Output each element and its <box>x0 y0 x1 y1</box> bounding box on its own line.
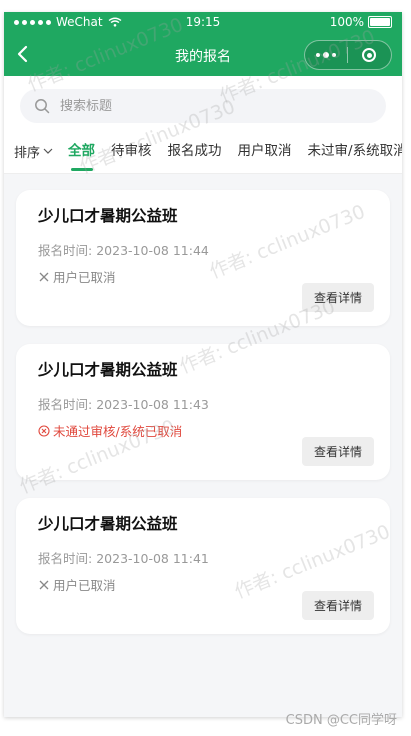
registration-card[interactable]: 少儿口才暑期公益班 报名时间: 2023-10-08 11:43 未通过审核/系统… <box>16 344 390 480</box>
search-input[interactable] <box>58 97 342 115</box>
battery-area: 100% <box>330 15 392 29</box>
target-close-icon <box>362 48 376 62</box>
registration-card[interactable]: 少儿口才暑期公益班 报名时间: 2023-10-08 11:41 用户已取消 查看… <box>16 498 390 634</box>
battery-percent: 100% <box>329 15 364 29</box>
filter-tabs: 排序 全部 待审核 报名成功 用户取消 未过审/系统取消 <box>4 129 402 174</box>
status-text: 用户已取消 <box>53 270 116 285</box>
card-title: 少儿口才暑期公益班 <box>38 515 178 533</box>
status-bar: WeChat 19:15 100% <box>4 12 402 34</box>
time-label: 报名时间: <box>38 243 93 258</box>
tab-all[interactable]: 全部 <box>68 129 95 173</box>
registration-card[interactable]: 少儿口才暑期公益班 报名时间: 2023-10-08 11:44 用户已取消 查看… <box>16 190 390 326</box>
card-title: 少儿口才暑期公益班 <box>38 361 178 379</box>
time-label: 报名时间: <box>38 397 93 412</box>
registration-list: 少儿口才暑期公益班 报名时间: 2023-10-08 11:44 用户已取消 查看… <box>4 174 402 634</box>
sort-label: 排序 <box>14 145 41 161</box>
cross-icon <box>39 580 49 589</box>
top-bar: WeChat 19:15 100% 我的报名 <box>4 12 402 76</box>
card-time: 报名时间: 2023-10-08 11:44 <box>38 240 370 259</box>
sort-dropdown[interactable]: 排序 <box>14 142 54 161</box>
tab-success[interactable]: 报名成功 <box>168 129 222 173</box>
tab-rejected[interactable]: 未过审/系统取消 <box>308 129 402 173</box>
time-label: 报名时间: <box>38 551 93 566</box>
footer-credit: CSDN @CC同学呀 <box>285 713 397 728</box>
card-time: 报名时间: 2023-10-08 11:43 <box>38 394 370 413</box>
close-mini-program-button[interactable] <box>348 41 390 69</box>
battery-icon <box>368 16 392 28</box>
view-detail-button[interactable]: 查看详情 <box>301 437 374 466</box>
more-dot-icon <box>323 52 329 58</box>
nav-bar: 我的报名 <box>4 34 402 76</box>
view-detail-button[interactable]: 查看详情 <box>301 591 374 620</box>
mini-program-capsule <box>304 40 392 70</box>
phone-screen: WeChat 19:15 100% 我的报名 搜索标题 排序 全部 待审核 报名… <box>4 12 402 717</box>
more-dot-icon <box>316 53 320 57</box>
card-time: 报名时间: 2023-10-08 11:41 <box>38 548 370 567</box>
time-value: 2023-10-08 11:41 <box>96 551 209 566</box>
more-menu-button[interactable] <box>305 41 347 69</box>
status-text: 用户已取消 <box>53 578 116 593</box>
time-value: 2023-10-08 11:43 <box>96 397 209 412</box>
search-box[interactable] <box>20 89 386 123</box>
tab-pending[interactable]: 待审核 <box>111 129 152 173</box>
chevron-down-icon <box>43 148 53 154</box>
search-area <box>4 76 402 129</box>
tab-user-cancel[interactable]: 用户取消 <box>238 129 292 173</box>
status-text: 未通过审核/系统已取消 <box>53 424 183 439</box>
time-value: 2023-10-08 11:44 <box>96 243 209 258</box>
cross-icon <box>39 272 49 281</box>
view-detail-button[interactable]: 查看详情 <box>301 283 374 312</box>
search-icon <box>35 99 50 114</box>
card-title: 少儿口才暑期公益班 <box>38 207 178 225</box>
circle-cross-icon <box>38 424 50 437</box>
more-dot-icon <box>332 53 336 57</box>
